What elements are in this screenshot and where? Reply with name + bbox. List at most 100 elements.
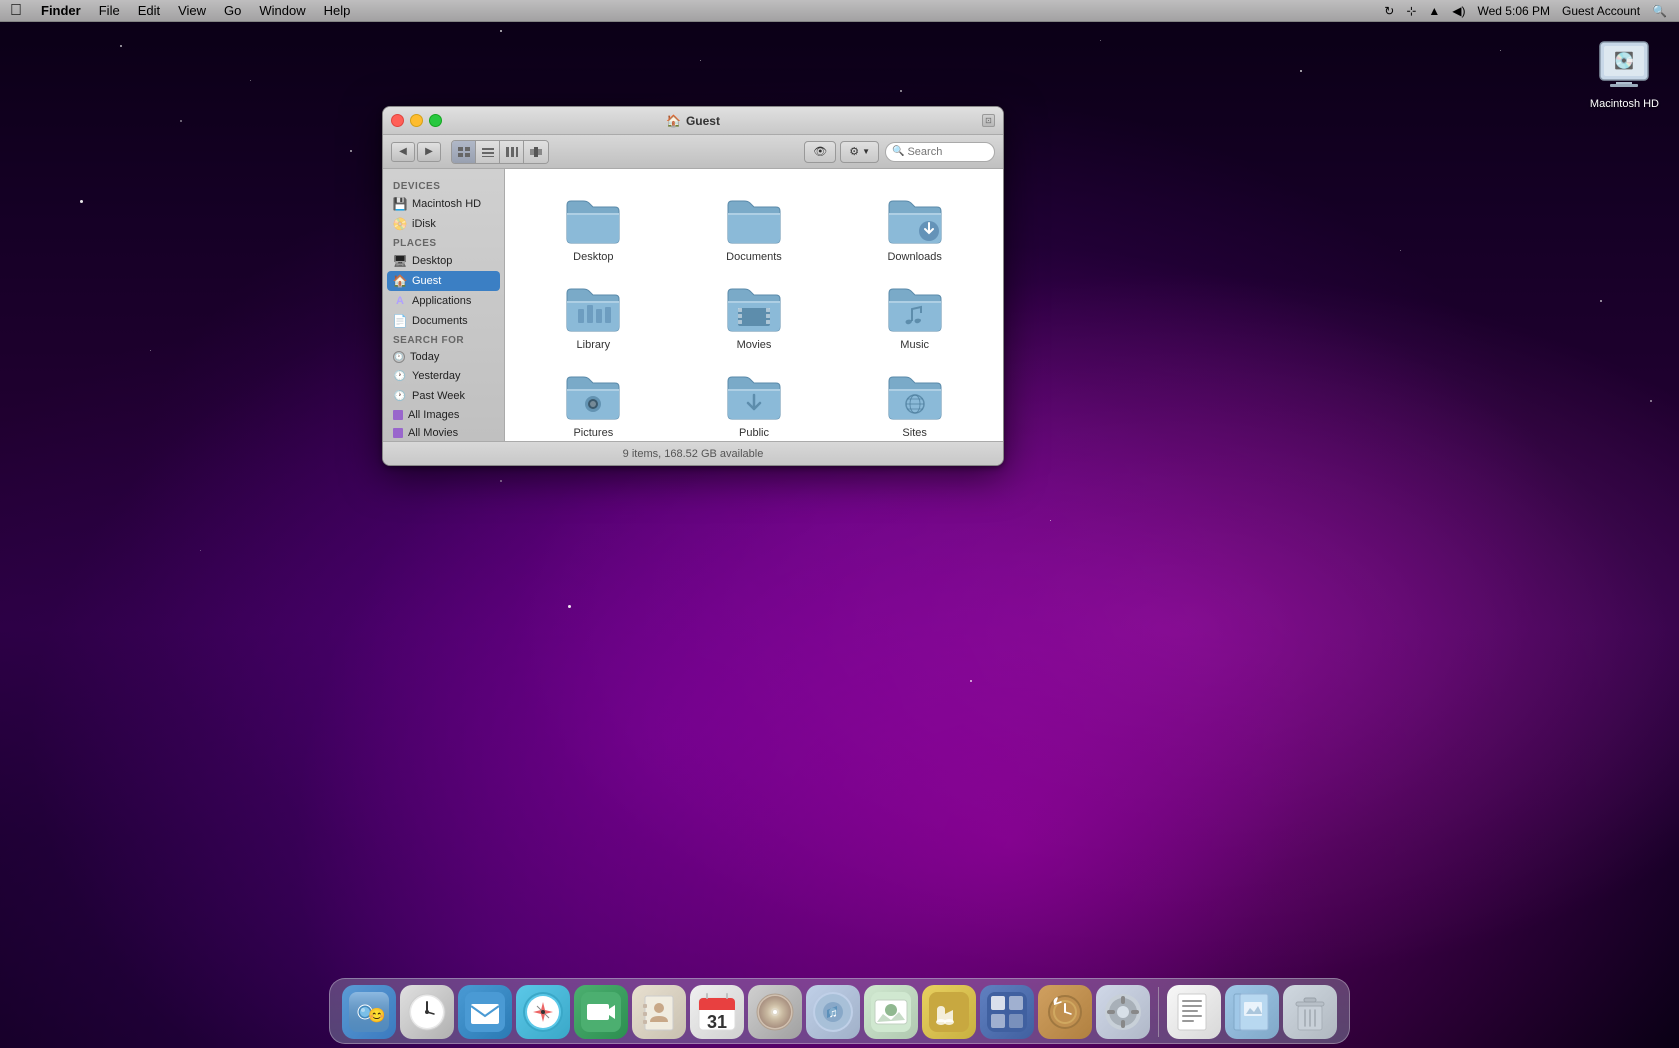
volume-icon: ◀) [1448,4,1469,18]
sidebar-label-documents: Documents [412,315,468,327]
safari-dock-icon [516,985,570,1039]
menubar-help[interactable]: Help [315,0,360,22]
apple-menu[interactable]:  [0,0,32,22]
sidebar-label-applications: Applications [412,295,471,307]
menubar-edit[interactable]: Edit [129,0,169,22]
eye-button[interactable]: 👁 [804,141,836,163]
sites-folder-icon [885,371,945,423]
dock-item-spaces[interactable] [980,985,1034,1039]
dock-item-garageband[interactable] [922,985,976,1039]
places-header: PLACES [383,234,504,251]
textedit-dock-icon [1167,985,1221,1039]
music-folder-icon [885,283,945,335]
facetime-dock-icon [574,985,628,1039]
resize-button[interactable]: ⊡ [982,114,995,127]
dock-item-preview[interactable] [1225,985,1279,1039]
forward-button[interactable]: ▶ [417,142,441,162]
menubar-view[interactable]: View [169,0,215,22]
dvd-player-dock-icon [748,985,802,1039]
maximize-button[interactable] [429,114,442,127]
column-view-button[interactable] [500,141,524,163]
close-button[interactable] [391,114,404,127]
dock-item-itunes[interactable]: ♫ [806,985,860,1039]
movies-folder-label: Movies [737,339,772,351]
user-account[interactable]: Guest Account [1558,4,1644,18]
menubar-right: ↻ ⊹ ▲ ◀) Wed 5:06 PM Guest Account 🔍 [1380,4,1679,18]
dock-item-safari[interactable] [516,985,570,1039]
search-input[interactable] [907,146,987,158]
dock-item-trash[interactable] [1283,985,1337,1039]
trash-dock-icon [1283,985,1337,1039]
window-title-icon: 🏠 [666,114,681,128]
sidebar-item-today[interactable]: 🕐 Today [383,348,504,366]
svg-text:💽: 💽 [1614,51,1634,70]
macintosh-hd-desktop-icon[interactable]: 💽 Macintosh HD [1590,30,1659,110]
folder-public[interactable]: Public [674,361,835,441]
dock-item-dvd-player[interactable] [748,985,802,1039]
menubar-window[interactable]: Window [250,0,314,22]
menubar-file[interactable]: File [90,0,129,22]
macintosh-hd-label: Macintosh HD [1590,98,1659,110]
dock-item-finder[interactable]: 😊 [342,985,396,1039]
menubar-left:  Finder File Edit View Go Window Help [0,0,1380,22]
yesterday-icon: 🕐 [393,369,407,383]
menubar-finder[interactable]: Finder [32,0,90,22]
action-button[interactable]: ⚙ ▼ [840,141,879,163]
sidebar-item-idisk[interactable]: 📀 iDisk [383,214,504,234]
folder-pictures[interactable]: Pictures [513,361,674,441]
finder-dock-icon: 😊 [342,985,396,1039]
sidebar-label-macintosh-hd: Macintosh HD [412,198,481,210]
folder-library[interactable]: Library [513,273,674,361]
dock-item-textedit[interactable] [1167,985,1221,1039]
dock-item-time-machine[interactable] [1038,985,1092,1039]
dock-item-system-preferences[interactable] [1096,985,1150,1039]
spotlight-icon[interactable]: 🔍 [1648,4,1671,18]
sidebar-item-all-movies[interactable]: All Movies [383,424,504,441]
folder-desktop[interactable]: Desktop [513,185,674,273]
dock-item-mail[interactable] [458,985,512,1039]
gear-icon: ⚙ [849,145,859,158]
sites-folder-label: Sites [902,427,926,439]
dock-item-address-book[interactable] [632,985,686,1039]
coverflow-view-button[interactable] [524,141,548,163]
dock-item-iphoto[interactable] [864,985,918,1039]
spaces-dock-icon [980,985,1034,1039]
folder-music[interactable]: Music [834,273,995,361]
minimize-button[interactable] [410,114,423,127]
past-week-icon: 🕐 [393,389,407,403]
sidebar-item-desktop[interactable]: 🖥 Desktop [383,251,504,271]
sidebar-item-documents[interactable]: 📄 Documents [383,311,504,331]
folder-movies[interactable]: Movies [674,273,835,361]
mail-dock-icon [458,985,512,1039]
sidebar-item-guest[interactable]: 🏠 Guest [387,271,500,291]
folder-downloads[interactable]: Downloads [834,185,995,273]
sidebar-label-desktop: Desktop [412,255,452,267]
folder-documents[interactable]: Documents [674,185,835,273]
clock: Wed 5:06 PM [1474,4,1554,18]
folder-sites[interactable]: Sites [834,361,995,441]
sidebar-item-yesterday[interactable]: 🕐 Yesterday [383,366,504,386]
downloads-folder-label: Downloads [887,251,941,263]
downloads-folder-icon [885,195,945,247]
guest-icon: 🏠 [393,274,407,288]
menubar-go[interactable]: Go [215,0,250,22]
search-box[interactable]: 🔍 [885,142,995,162]
hd-icon: 💾 [393,197,407,211]
list-view-button[interactable] [476,141,500,163]
sidebar-item-applications[interactable]: A Applications [383,291,504,311]
sidebar-item-all-images[interactable]: All Images [383,406,504,424]
dock-item-facetime[interactable] [574,985,628,1039]
back-button[interactable]: ◀ [391,142,415,162]
icon-view-button[interactable] [452,141,476,163]
desktop-folder-icon [563,195,623,247]
garageband-dock-icon [922,985,976,1039]
library-folder-label: Library [577,339,611,351]
titlebar: 🏠 Guest ⊡ [383,107,1003,135]
dock-item-ical[interactable]: 31 [690,985,744,1039]
sidebar-item-past-week[interactable]: 🕐 Past Week [383,386,504,406]
window-controls [391,114,442,127]
sidebar-item-macintosh-hd[interactable]: 💾 Macintosh HD [383,194,504,214]
documents-icon: 📄 [393,314,407,328]
applications-icon: A [393,294,407,308]
dock-item-clock[interactable] [400,985,454,1039]
